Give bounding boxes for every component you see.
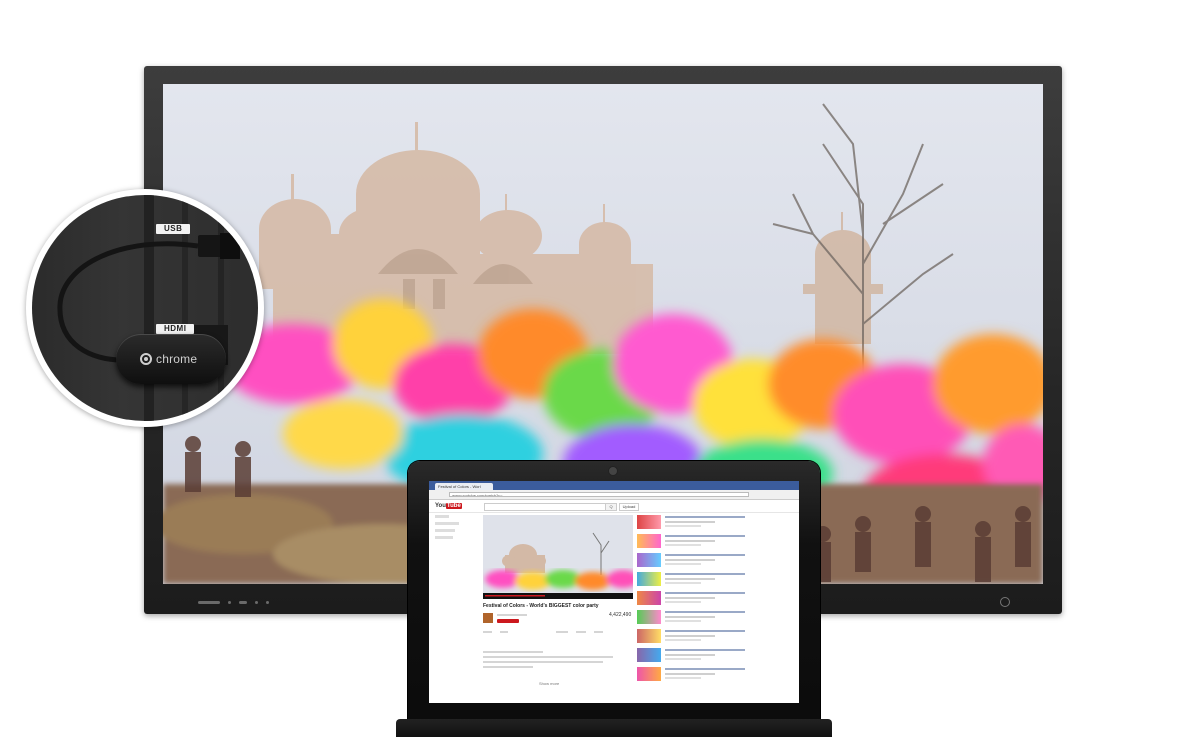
hdmi-port-label: HDMI	[156, 324, 195, 334]
chromecast-zoom-inset: USB HDMI chrome	[26, 189, 264, 427]
laptop: Festival of Colors - Worl www.youtube.co…	[408, 461, 820, 737]
youtube-header: YouTube Q Upload	[429, 500, 799, 513]
laptop-screen: Festival of Colors - Worl www.youtube.co…	[429, 481, 799, 703]
youtube-logo[interactable]: YouTube	[435, 503, 462, 509]
chrome-logo-icon	[140, 353, 152, 365]
video-description	[483, 651, 623, 671]
video-thumbnail	[483, 515, 633, 599]
guide-menu	[435, 515, 475, 543]
browser-tab-bar: Festival of Colors - Worl	[429, 481, 799, 490]
dongle-brand-text: chrome	[156, 352, 198, 366]
related-videos	[637, 515, 793, 686]
power-icon	[1000, 597, 1010, 607]
view-count: 4,422,490	[609, 612, 632, 618]
related-video-item[interactable]	[637, 553, 793, 569]
search-input[interactable]	[484, 503, 606, 511]
related-video-item[interactable]	[637, 610, 793, 626]
related-video-item[interactable]	[637, 648, 793, 664]
related-video-item[interactable]	[637, 534, 793, 550]
tv-back-panel	[57, 195, 240, 421]
related-video-item[interactable]	[637, 515, 793, 531]
channel-avatar[interactable]	[483, 613, 493, 623]
browser-toolbar: www.youtube.com/watch?v=...	[429, 490, 799, 500]
video-player[interactable]	[483, 515, 633, 599]
video-title: Festival of Colors - World's BIGGEST col…	[483, 603, 599, 609]
laptop-keyboard-base	[396, 719, 832, 737]
subscribe-button[interactable]	[497, 618, 519, 623]
browser-tab[interactable]: Festival of Colors - Worl	[435, 483, 493, 490]
chromecast-dongle: chrome	[116, 334, 226, 384]
show-more-link[interactable]: Show more	[539, 681, 559, 686]
webcam-icon	[608, 466, 618, 476]
tv-control-buttons	[198, 598, 269, 606]
related-video-item[interactable]	[637, 629, 793, 645]
usb-port-label: USB	[156, 224, 191, 234]
related-video-item[interactable]	[637, 591, 793, 607]
related-video-item[interactable]	[637, 572, 793, 588]
related-video-item[interactable]	[637, 667, 793, 683]
search-icon[interactable]: Q	[605, 503, 617, 511]
upload-button[interactable]: Upload	[619, 503, 639, 511]
address-bar[interactable]: www.youtube.com/watch?v=...	[449, 492, 749, 497]
channel-info	[483, 611, 604, 636]
